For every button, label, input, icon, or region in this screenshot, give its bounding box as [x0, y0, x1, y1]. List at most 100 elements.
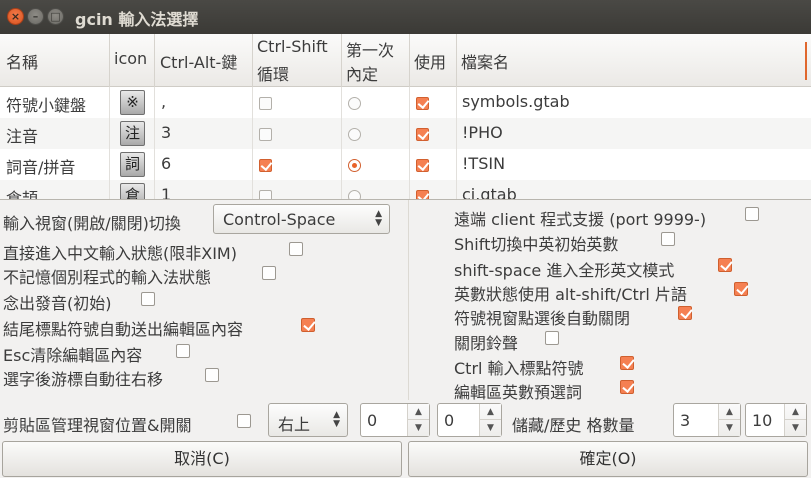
close-window-button[interactable]: ×	[7, 8, 24, 25]
cycle-checkbox[interactable]	[259, 159, 272, 172]
history-b-spinner[interactable]: 10 ▲ ▼	[745, 403, 807, 437]
direct-chinese-checkbox[interactable]	[289, 242, 303, 256]
column-header-use-label: 使用	[414, 53, 447, 72]
cangjie-icon: 倉	[120, 183, 145, 199]
maximize-window-button[interactable]: □	[47, 8, 64, 25]
option-label: 不記憶個別程式的輸入法狀態	[3, 268, 212, 287]
table-row[interactable]: 詞音/拼音 詞 6 !TSIN	[0, 149, 811, 180]
cancel-button[interactable]: 取消(C)	[2, 441, 402, 477]
spin-up-icon[interactable]: ▲	[480, 404, 501, 420]
option-label: Shift切換中英初始英數	[454, 235, 619, 254]
history-label: 儲藏/歷史 格數量	[512, 416, 635, 435]
spin-down-icon[interactable]: ▼	[480, 420, 501, 436]
row-file: !PHO	[462, 123, 503, 142]
spin-up-icon[interactable]: ▲	[719, 404, 740, 420]
row-file: !TSIN	[462, 154, 506, 173]
column-header-file-label: 檔案名	[461, 53, 510, 72]
minimize-icon: –	[32, 10, 39, 23]
clipboard-x-value: 0	[367, 411, 378, 430]
spin-down-icon[interactable]: ▼	[719, 420, 740, 436]
title-bar: × – □ gcin 輸入法選擇	[0, 0, 811, 34]
toggle-hotkey-value: Control-Space	[223, 210, 336, 229]
use-checkbox[interactable]	[416, 97, 429, 110]
input-method-table: 名稱 icon Ctrl-Alt-鍵 Ctrl-Shift 循環 第一次 內定 …	[0, 34, 811, 200]
clipboard-position-combo[interactable]: 右上 ▲ ▼	[268, 403, 348, 437]
table-row[interactable]: 倉頡 倉 1 cj.gtab	[0, 180, 811, 200]
option-label: 符號視窗點選後自動關閉	[454, 309, 631, 328]
symbol-window-autoclose-checkbox[interactable]	[678, 306, 692, 320]
combo-arrows-icon: ▲ ▼	[333, 410, 340, 429]
column-header-default-label-2: 內定	[346, 65, 379, 84]
column-header-cycle-label-2: 循環	[257, 65, 290, 84]
column-header-hotkey[interactable]: Ctrl-Alt-鍵	[155, 34, 253, 87]
column-header-name[interactable]: 名稱	[0, 34, 110, 87]
mute-bell-checkbox[interactable]	[545, 331, 559, 345]
alt-shift-phrase-checkbox[interactable]	[734, 282, 748, 296]
history-a-spinner[interactable]: 3 ▲ ▼	[673, 403, 741, 437]
clipboard-y-spinner[interactable]: 0 ▲ ▼	[437, 403, 502, 437]
speak-pronunciation-checkbox[interactable]	[141, 292, 155, 306]
options-divider	[408, 200, 409, 400]
close-icon: ×	[10, 10, 21, 23]
row-hotkey: 3	[161, 123, 172, 142]
row-name: 倉頡	[6, 189, 39, 200]
no-remember-state-checkbox[interactable]	[262, 266, 276, 280]
column-header-default-label-1: 第一次	[346, 41, 395, 60]
row-name: 符號小鍵盤	[6, 96, 87, 115]
row-file: symbols.gtab	[462, 92, 570, 111]
column-header-default[interactable]: 第一次 內定	[342, 34, 410, 87]
clipboard-label: 剪貼區管理視窗位置&開關	[3, 416, 192, 435]
spin-up-icon[interactable]: ▲	[785, 404, 806, 420]
spin-down-icon[interactable]: ▼	[785, 420, 806, 436]
clipboard-checkbox[interactable]	[237, 414, 251, 428]
ctrl-punctuation-checkbox[interactable]	[620, 356, 634, 370]
esc-clear-checkbox[interactable]	[176, 344, 190, 358]
english-preselect-checkbox[interactable]	[620, 380, 634, 394]
clipboard-x-spinner[interactable]: 0 ▲ ▼	[360, 403, 430, 437]
tsin-icon: 詞	[120, 152, 145, 177]
column-header-cycle[interactable]: Ctrl-Shift 循環	[253, 34, 342, 87]
remote-client-checkbox[interactable]	[745, 207, 759, 221]
option-label: 選字後游標自動往右移	[3, 370, 164, 389]
use-checkbox[interactable]	[416, 159, 429, 172]
cursor-auto-right-checkbox[interactable]	[205, 368, 219, 382]
default-radio[interactable]	[348, 97, 361, 110]
column-header-use[interactable]: 使用	[410, 34, 457, 87]
table-row[interactable]: 注音 注 3 !PHO	[0, 118, 811, 149]
cycle-checkbox[interactable]	[259, 128, 272, 141]
default-radio[interactable]	[348, 159, 361, 172]
row-hotkey: ,	[161, 92, 167, 111]
window-title: gcin 輸入法選擇	[75, 10, 199, 29]
column-header-icon-label: icon	[114, 49, 148, 68]
header-resize-indicator	[805, 42, 807, 80]
column-header-file[interactable]: 檔案名	[457, 34, 811, 87]
cycle-checkbox[interactable]	[259, 97, 272, 110]
column-header-name-label: 名稱	[6, 53, 39, 72]
history-b-value: 10	[752, 411, 773, 430]
option-label: 念出發音(初始)	[3, 294, 112, 313]
ok-button[interactable]: 確定(O)	[408, 441, 808, 477]
option-label: 直接進入中文輸入狀態(限非XIM)	[3, 244, 237, 263]
table-row[interactable]: 符號小鍵盤 ※ , symbols.gtab	[0, 87, 811, 118]
default-radio[interactable]	[348, 190, 361, 199]
table-header: 名稱 icon Ctrl-Alt-鍵 Ctrl-Shift 循環 第一次 內定 …	[0, 34, 811, 87]
use-checkbox[interactable]	[416, 190, 429, 199]
spin-up-icon[interactable]: ▲	[408, 404, 429, 420]
use-checkbox[interactable]	[416, 128, 429, 141]
symbol-pad-icon: ※	[120, 90, 145, 115]
zhuyin-icon: 注	[120, 121, 145, 146]
shift-space-fullwidth-checkbox[interactable]	[718, 258, 732, 272]
default-radio[interactable]	[348, 128, 361, 141]
option-label: 結尾標點符號自動送出編輯區內容	[3, 320, 244, 339]
maximize-icon: □	[50, 10, 61, 23]
option-label: 編輯區英數預選詞	[454, 383, 583, 402]
auto-send-punctuation-checkbox[interactable]	[301, 318, 315, 332]
minimize-window-button[interactable]: –	[27, 8, 44, 25]
shift-toggle-checkbox[interactable]	[661, 232, 675, 246]
spin-down-icon[interactable]: ▼	[408, 420, 429, 436]
column-header-icon[interactable]: icon	[110, 34, 155, 87]
cycle-checkbox[interactable]	[259, 190, 272, 199]
column-header-hotkey-label: Ctrl-Alt-鍵	[160, 53, 238, 72]
history-a-value: 3	[680, 411, 691, 430]
toggle-hotkey-combo[interactable]: Control-Space ▲ ▼	[213, 204, 390, 234]
